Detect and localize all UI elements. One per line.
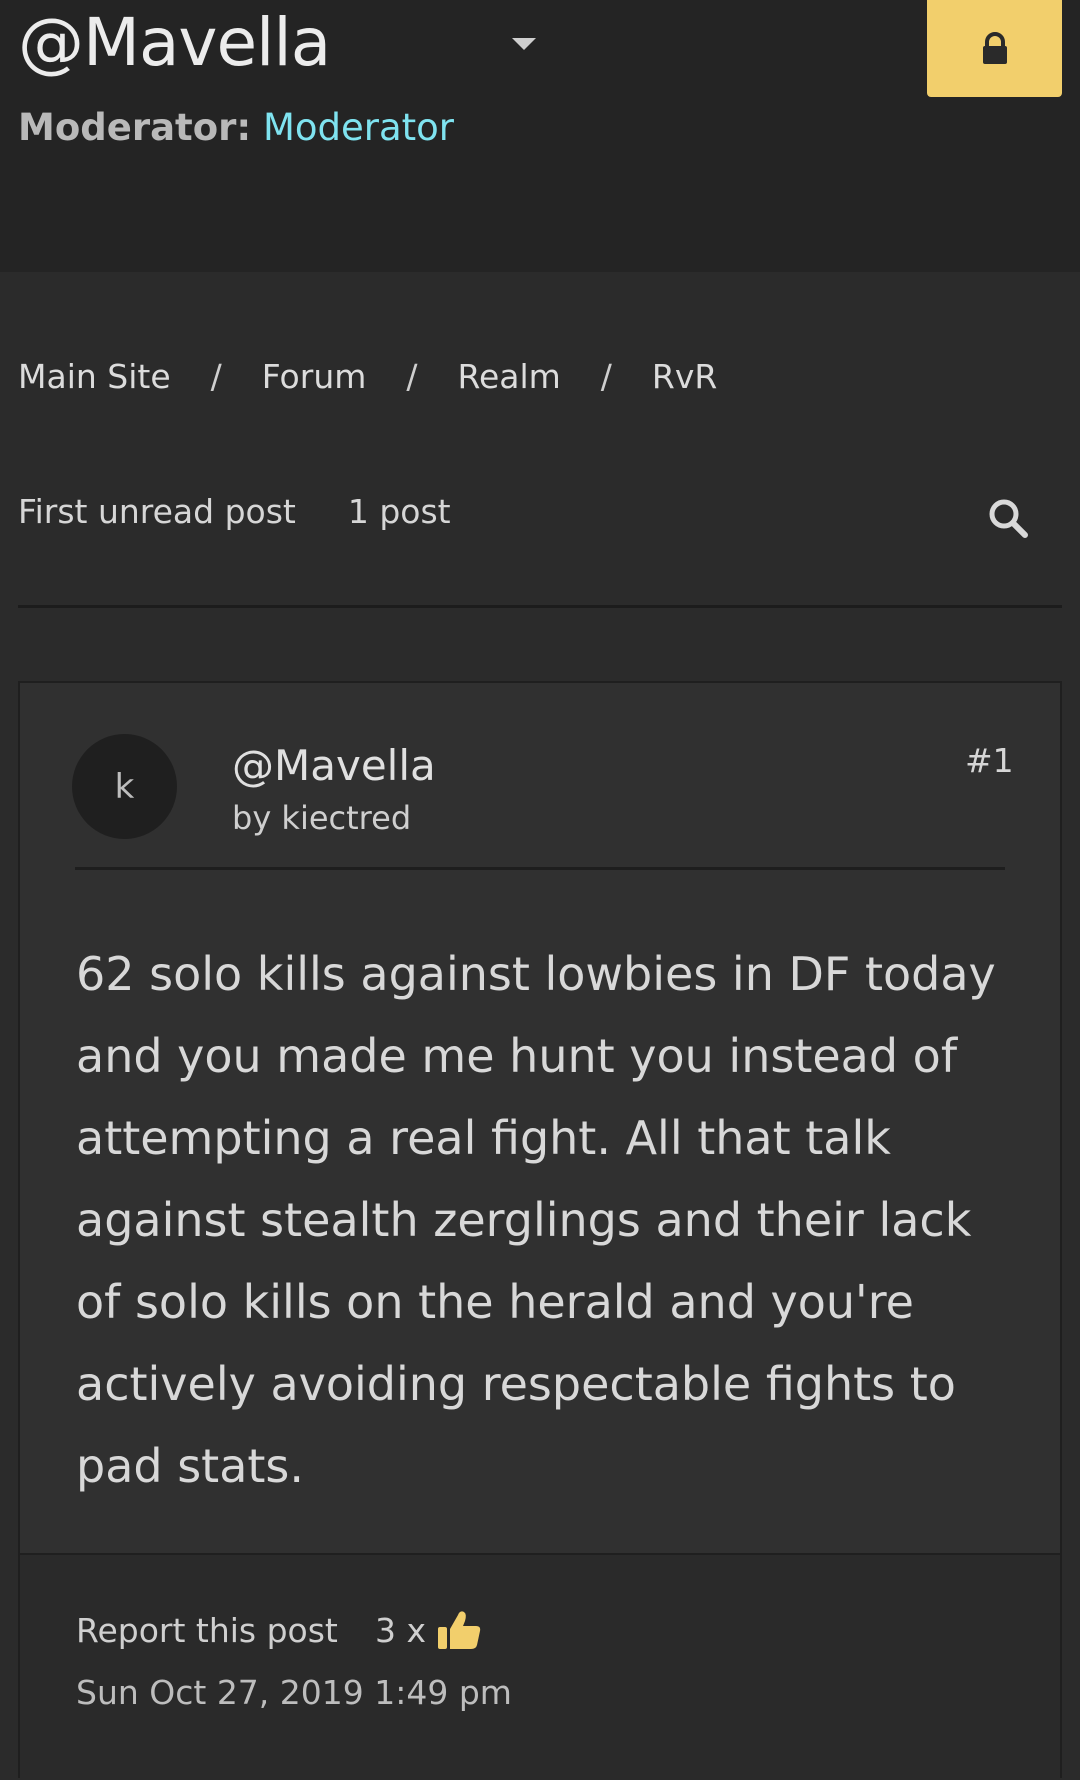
post-number-link[interactable]: #1 <box>965 741 1014 780</box>
search-button[interactable] <box>986 496 1030 540</box>
likes-count: 3 x <box>375 1610 427 1650</box>
likes-counter[interactable]: 3 x <box>375 1609 482 1651</box>
avatar[interactable]: k <box>72 734 177 839</box>
breadcrumb-realm[interactable]: Realm <box>458 357 561 396</box>
topic-header: @Mavella Moderator: Moderator <box>0 0 1080 272</box>
locked-button[interactable] <box>927 0 1062 97</box>
post-header-divider <box>75 867 1005 870</box>
author-name[interactable]: kiectred <box>281 799 411 837</box>
search-icon <box>989 499 1028 538</box>
report-post-link[interactable]: Report this post <box>76 1611 338 1650</box>
breadcrumb-forum[interactable]: Forum <box>262 357 367 396</box>
divider <box>18 605 1062 608</box>
moderator-line: Moderator: Moderator <box>18 106 454 149</box>
thumbs-up-icon <box>438 1611 481 1649</box>
topic-title: @Mavella <box>18 4 331 81</box>
moderator-link[interactable]: Moderator <box>263 106 454 149</box>
post-date: Sun Oct 27, 2019 1:49 pm <box>76 1673 512 1712</box>
post-author: by kiectred <box>232 799 411 837</box>
by-label: by <box>232 799 272 837</box>
chevron-down-icon[interactable] <box>512 38 536 50</box>
avatar-initial: k <box>114 766 135 807</box>
post-title[interactable]: @Mavella <box>232 741 436 790</box>
post-card: k @Mavella by kiectred #1 62 solo kills … <box>18 681 1062 1780</box>
first-unread-post-link[interactable]: First unread post <box>18 492 296 531</box>
lock-icon <box>982 31 1007 64</box>
breadcrumb-rvr[interactable]: RvR <box>652 357 717 396</box>
breadcrumb: Main Site / Forum / Realm / RvR <box>18 357 717 396</box>
breadcrumb-main-site[interactable]: Main Site <box>18 357 171 396</box>
breadcrumb-separator: / <box>600 357 612 396</box>
post-content: 62 solo kills against lowbies in DF toda… <box>76 947 996 1493</box>
post-footer: Report this post 3 x Sun Oct 27, 2019 1:… <box>20 1553 1060 1780</box>
breadcrumb-separator: / <box>406 357 418 396</box>
post-count: 1 post <box>347 492 451 531</box>
moderator-label: Moderator: <box>18 106 252 149</box>
breadcrumb-separator: / <box>210 357 222 396</box>
topic-action-bar: First unread post 1 post <box>18 492 451 531</box>
